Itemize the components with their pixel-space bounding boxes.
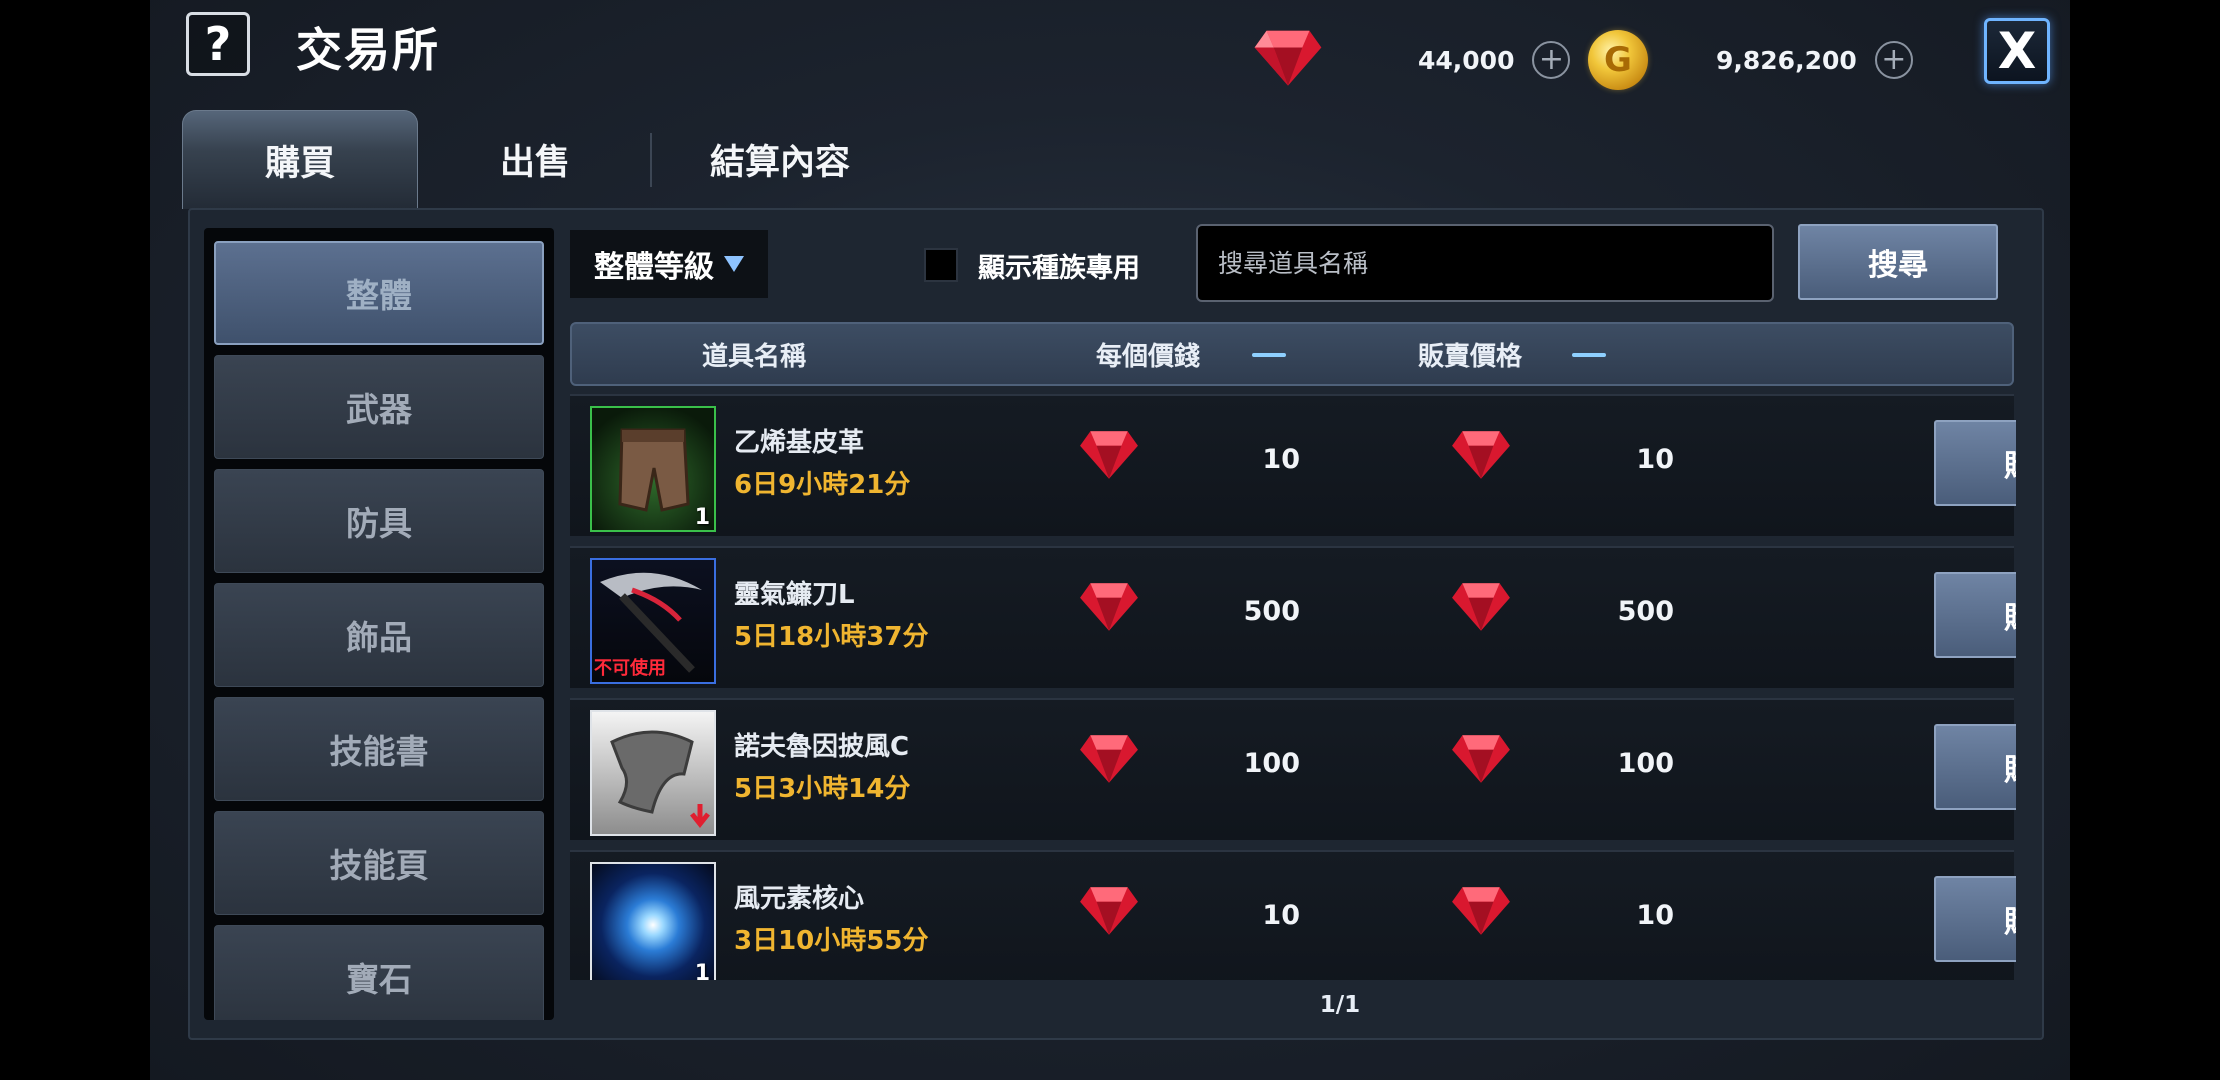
buy-button[interactable]: 購買 bbox=[1934, 876, 2016, 962]
search-button[interactable]: 搜尋 bbox=[1798, 224, 1998, 300]
ruby-icon bbox=[1452, 431, 1510, 479]
item-name: 諾夫魯因披風C bbox=[734, 732, 910, 762]
buy-button[interactable]: 購買 bbox=[1934, 724, 2016, 810]
sale-price: 100 bbox=[1617, 748, 1674, 779]
gold-coin-icon: G bbox=[1588, 30, 1648, 90]
scythe-icon[interactable]: 不可使用 bbox=[590, 558, 716, 684]
buy-button[interactable]: 購買 bbox=[1934, 572, 2016, 658]
table-row: 1 風元素核心 3日10小時55分 10 10 購買 bbox=[570, 850, 2016, 980]
category-skill-books[interactable]: 技能書 bbox=[214, 697, 544, 801]
ruby-balance: 44,000 + bbox=[1418, 22, 1571, 98]
chevron-down-icon bbox=[724, 256, 744, 272]
unit-price: 10 bbox=[1262, 900, 1300, 931]
cloak-art bbox=[610, 730, 710, 829]
item-time-left: 5日3小時14分 bbox=[734, 774, 911, 804]
page-indicator: 1/1 bbox=[1319, 992, 1361, 1018]
category-armor[interactable]: 防具 bbox=[214, 469, 544, 573]
gold-amount: 9,826,200 bbox=[1716, 45, 1857, 75]
table-row: 諾夫魯因披風C 5日3小時14分 100 100 購買 bbox=[570, 698, 2016, 840]
item-list[interactable]: 1 乙烯基皮革 6日9小時21分 10 10 購買 不可使用 bbox=[570, 394, 2016, 980]
table-row: 1 乙烯基皮革 6日9小時21分 10 10 購買 bbox=[570, 394, 2016, 536]
item-name: 乙烯基皮革 bbox=[734, 428, 865, 458]
ruby-icon bbox=[1080, 735, 1138, 783]
sale-price: 500 bbox=[1617, 596, 1674, 627]
category-gems[interactable]: 寶石 bbox=[214, 925, 544, 1020]
tab-settlement[interactable]: 結算內容 bbox=[670, 110, 890, 208]
race-only-label: 顯示種族專用 bbox=[978, 253, 1140, 284]
item-name: 靈氣鐮刀L bbox=[734, 580, 855, 610]
ruby-icon bbox=[1452, 735, 1510, 783]
exchange-screen: ? 交易所 44,000 + G 9,826,200 + X 購買 出售 結算內… bbox=[150, 0, 2070, 1080]
category-sidebar: 整體 武器 防具 飾品 技能書 技能頁 寶石 bbox=[204, 228, 554, 1020]
table-row: 不可使用 靈氣鐮刀L 5日18小時37分 500 500 購買 bbox=[570, 546, 2016, 688]
tab-buy[interactable]: 購買 bbox=[182, 110, 418, 209]
close-button[interactable]: X bbox=[1984, 18, 2050, 84]
add-ruby-button[interactable]: + bbox=[1532, 41, 1571, 79]
wind-core-icon[interactable]: 1 bbox=[590, 862, 716, 980]
sale-price: 10 bbox=[1636, 444, 1674, 475]
ruby-amount: 44,000 bbox=[1418, 45, 1515, 75]
unit-price: 500 bbox=[1243, 596, 1300, 627]
sort-unit-price-icon[interactable] bbox=[1252, 353, 1286, 357]
unit-price: 10 bbox=[1262, 444, 1300, 475]
sort-sale-price-icon[interactable] bbox=[1572, 353, 1606, 357]
help-button[interactable]: ? bbox=[186, 12, 250, 76]
item-time-left: 3日10小時55分 bbox=[734, 926, 929, 956]
ruby-icon bbox=[1080, 887, 1138, 935]
grade-dropdown-value: 整體等級 bbox=[594, 250, 714, 285]
col-item-name: 道具名稱 bbox=[702, 342, 807, 372]
ruby-icon bbox=[1080, 583, 1138, 631]
cloak-icon[interactable] bbox=[590, 710, 716, 836]
search-input[interactable] bbox=[1196, 224, 1774, 302]
category-accessories[interactable]: 飾品 bbox=[214, 583, 544, 687]
ruby-icon bbox=[1080, 431, 1138, 479]
item-time-left: 5日18小時37分 bbox=[734, 622, 929, 652]
category-skill-pages[interactable]: 技能頁 bbox=[214, 811, 544, 915]
tab-divider bbox=[650, 133, 652, 187]
table-header: 道具名稱 每個價錢 販賣價格 bbox=[570, 322, 2014, 386]
sale-price: 10 bbox=[1636, 900, 1674, 931]
category-all[interactable]: 整體 bbox=[214, 241, 544, 345]
ruby-currency-icon bbox=[1254, 30, 1322, 86]
unit-price: 100 bbox=[1243, 748, 1300, 779]
leather-pants-icon[interactable]: 1 bbox=[590, 406, 716, 532]
item-quantity: 1 bbox=[694, 505, 710, 530]
item-name: 風元素核心 bbox=[734, 884, 865, 914]
gold-balance: 9,826,200 + bbox=[1716, 22, 1913, 98]
col-sale-price[interactable]: 販賣價格 bbox=[1418, 336, 1522, 373]
buy-button[interactable]: 購買 bbox=[1934, 420, 2016, 506]
ruby-icon bbox=[1452, 583, 1510, 631]
col-unit-price[interactable]: 每個價錢 bbox=[1096, 336, 1200, 373]
item-time-left: 6日9小時21分 bbox=[734, 470, 911, 500]
unusable-tag: 不可使用 bbox=[594, 658, 666, 679]
add-gold-button[interactable]: + bbox=[1874, 41, 1913, 79]
grade-dropdown[interactable]: 整體等級 bbox=[570, 230, 768, 298]
tab-sell[interactable]: 出售 bbox=[450, 110, 620, 208]
race-only-checkbox[interactable] bbox=[924, 248, 958, 282]
page-title: 交易所 bbox=[296, 23, 440, 77]
item-quantity: 1 bbox=[694, 961, 710, 980]
category-weapons[interactable]: 武器 bbox=[214, 355, 544, 459]
ruby-icon bbox=[1452, 887, 1510, 935]
